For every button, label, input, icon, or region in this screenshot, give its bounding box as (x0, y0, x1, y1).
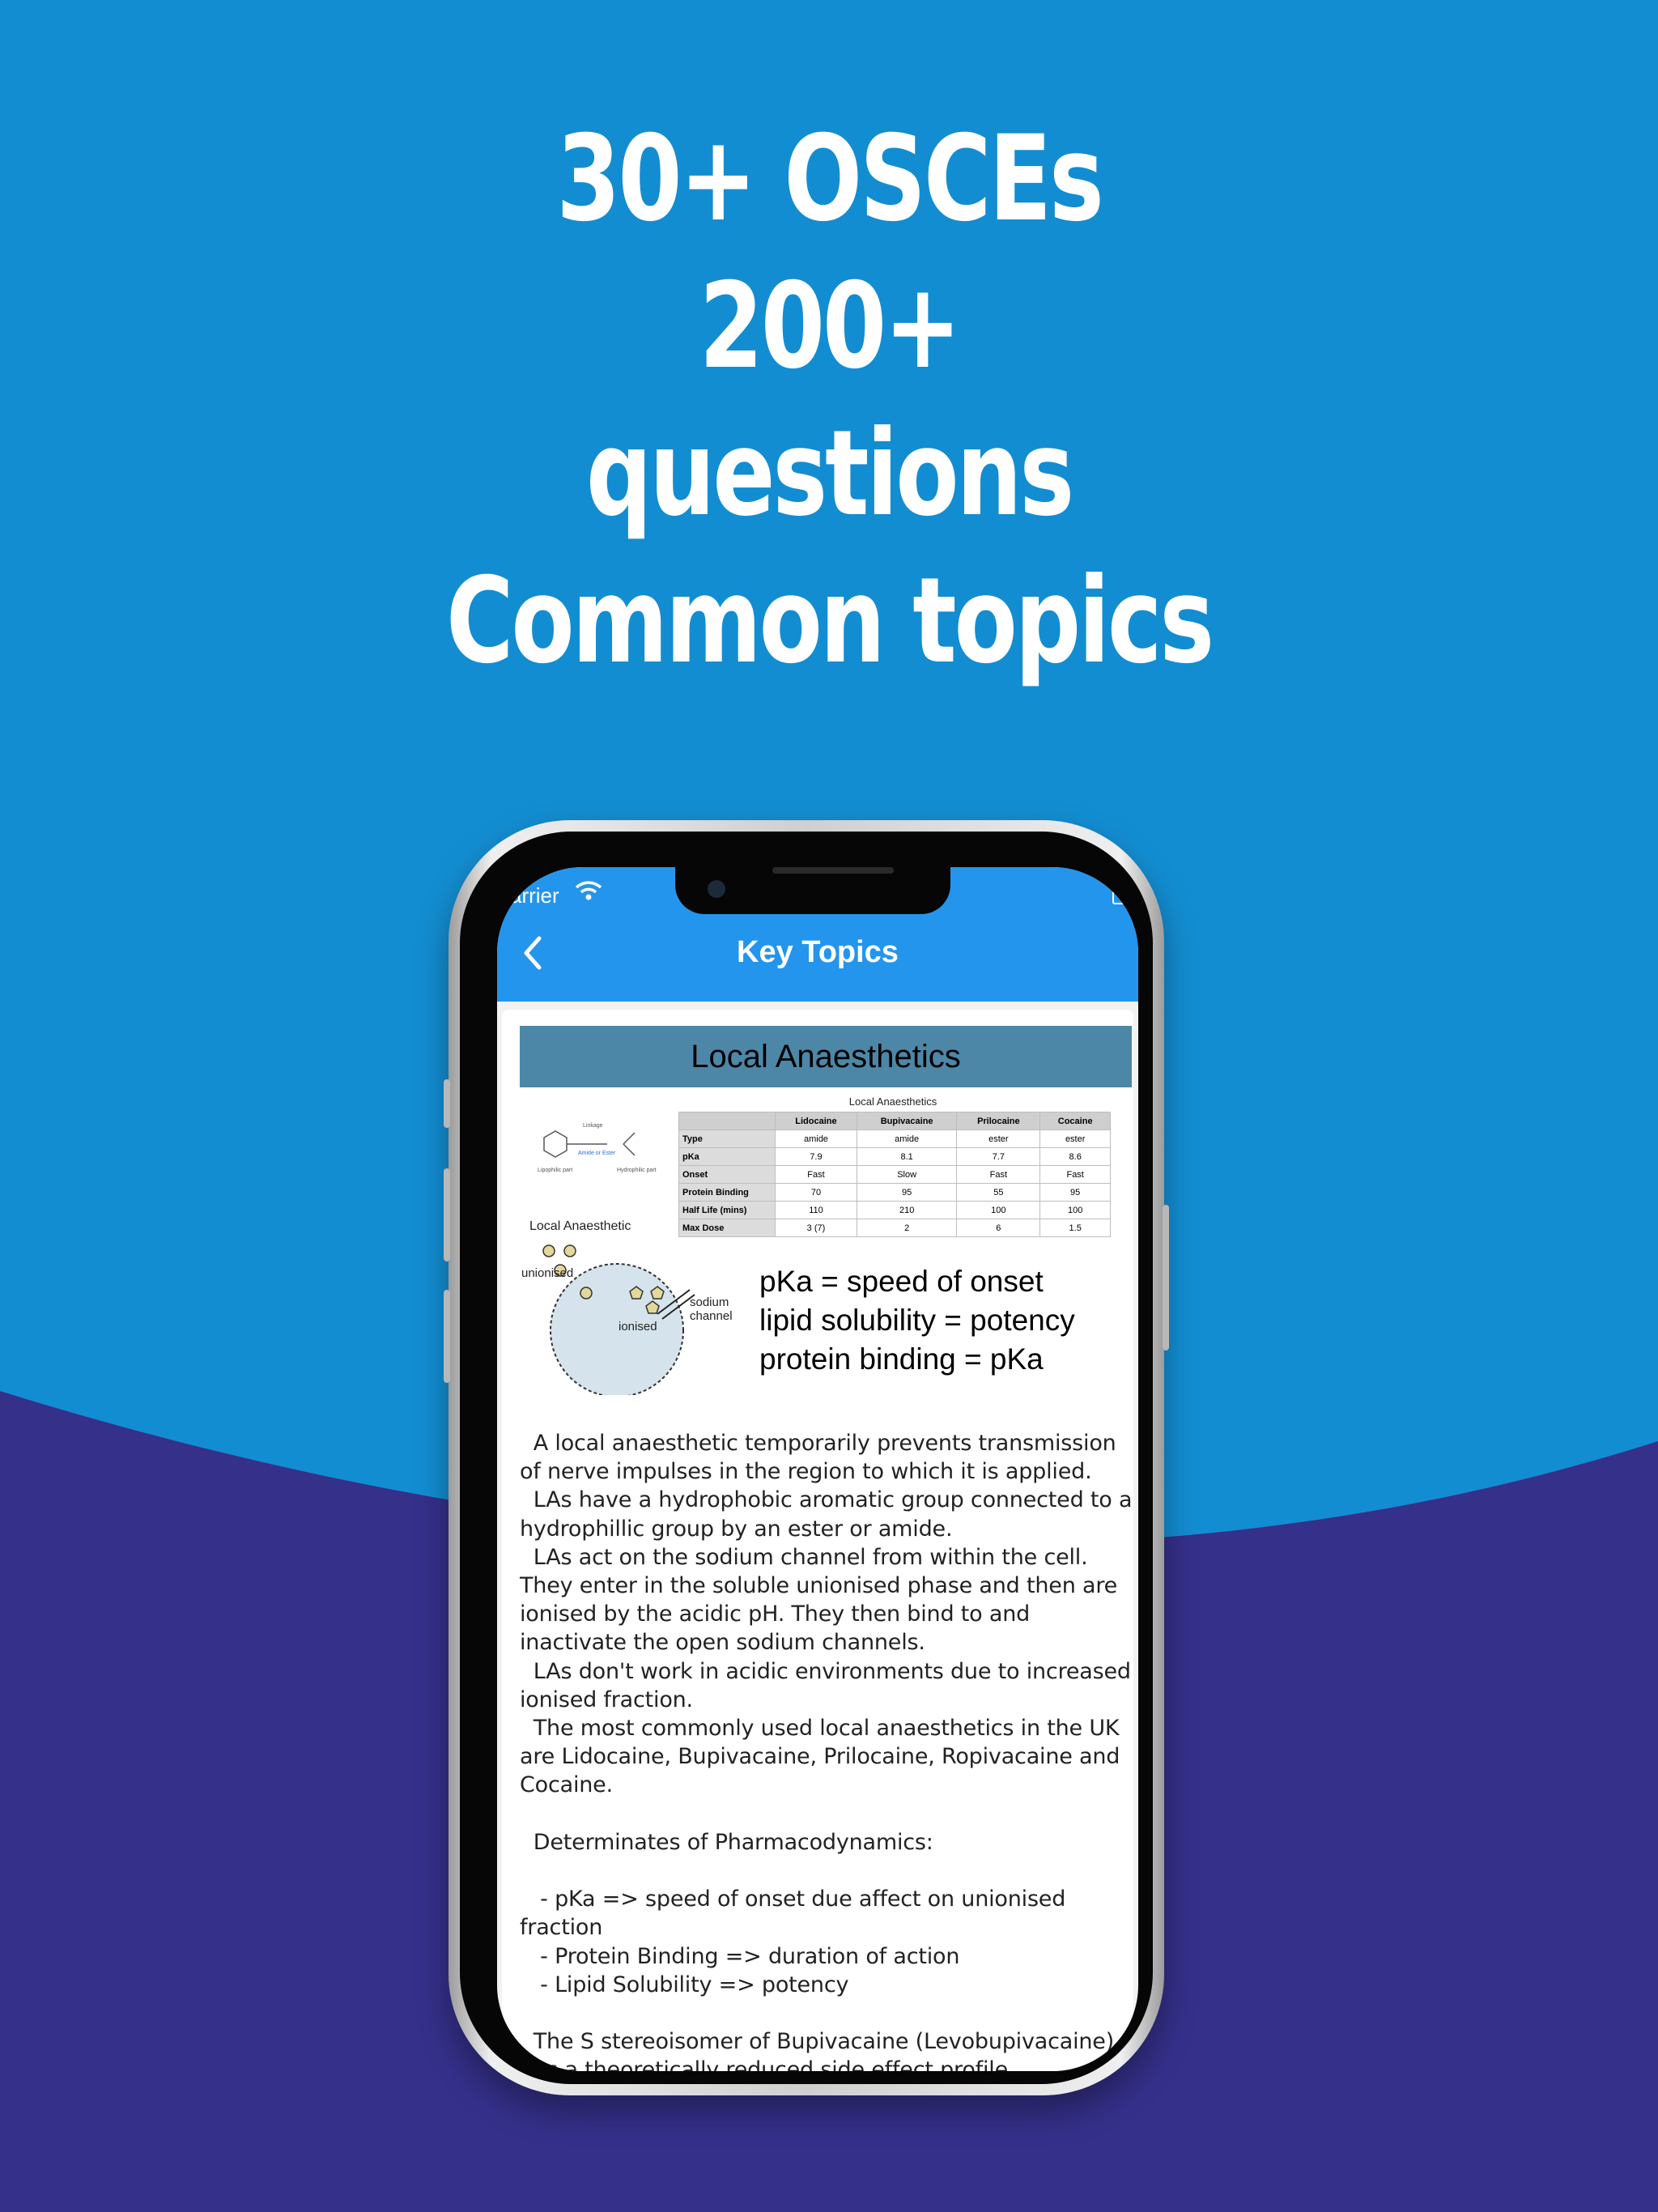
topic-body-text: A local anaesthetic temporarily prevents… (520, 1431, 1133, 2071)
table-header-cell: Bupivacaine (856, 1112, 958, 1130)
table-header-cell (678, 1112, 776, 1130)
table-row-header: Onset (678, 1165, 776, 1184)
silent-switch (444, 1079, 450, 1128)
table-row: Type amide amide ester ester (678, 1129, 1111, 1148)
headline-line-2: 200+ (699, 257, 962, 395)
table-row: Onset Fast Slow Fast Fast (678, 1165, 1111, 1184)
drug-molecule (580, 1287, 593, 1300)
sodium-label: sodium (690, 1295, 729, 1309)
formula-line-2: lipid solubility = potency (759, 1304, 1075, 1337)
table-cell: 8.1 (856, 1147, 958, 1166)
table-cell: 3 (7) (775, 1219, 857, 1237)
nav-title: Key Topics (737, 935, 899, 969)
channel-label: channel (690, 1309, 733, 1323)
volume-down-button (444, 1290, 450, 1383)
local-anaesthetic-label: Local Anaesthetic (529, 1219, 631, 1233)
table-cell: 95 (1039, 1183, 1111, 1202)
amine-bond-down (623, 1143, 636, 1156)
table-header-row: Lidocaine Bupivacaine Prilocaine Cocaine (678, 1112, 1111, 1130)
table-row-header: Type (678, 1129, 776, 1148)
notch (675, 867, 950, 914)
topic-content[interactable]: Local Anaesthetics Local Anaesthetics Li… (502, 1010, 1133, 2071)
table-row: Protein Binding 70 95 55 95 (678, 1183, 1111, 1202)
table-cell: 2 (856, 1219, 958, 1237)
table-cell: 100 (956, 1201, 1041, 1219)
lipophilic-label: Lipophilic part (538, 1168, 572, 1173)
promo-headline: 30+ OSCEs 200+ questions Common topics (182, 105, 1475, 695)
table-cell: 100 (1039, 1201, 1111, 1219)
table-cell: 7.7 (956, 1147, 1041, 1166)
camera (708, 880, 725, 898)
table-cell: 7.9 (775, 1147, 857, 1166)
volume-up-button (444, 1168, 450, 1261)
unionised-label: unionised (521, 1266, 573, 1280)
headline-line-1: 30+ OSCEs (556, 110, 1104, 248)
power-button (1163, 1205, 1169, 1351)
formula-block: pKa = speed of onset lipid solubility = … (759, 1262, 1075, 1379)
phone-mockup: arrier Key Topics Local Anaesthetics Loc… (444, 820, 1169, 2095)
drug-molecule (542, 1244, 555, 1257)
ionised-label: ionised (619, 1320, 657, 1334)
table-cell: Slow (856, 1165, 958, 1184)
table-cell: Fast (956, 1165, 1041, 1184)
table-cell: 110 (775, 1201, 857, 1219)
table-cell: 55 (956, 1183, 1041, 1202)
table-caption: Local Anaesthetics (848, 1095, 937, 1108)
app-screen: arrier Key Topics Local Anaesthetics Loc… (497, 867, 1138, 2071)
navigation-bar: arrier Key Topics (497, 867, 1138, 1002)
table-cell: Fast (1039, 1165, 1111, 1184)
table-cell: ester (1039, 1129, 1111, 1148)
chemical-structure-diagram: Linkage Amide or Ester Lipophilic part H… (538, 1123, 657, 1173)
table-header-cell: Lidocaine (775, 1112, 857, 1130)
table-cell: 95 (856, 1183, 958, 1202)
sodium-channel-diagram: Local Anaesthetic unionised ionised sodi… (521, 1219, 733, 1395)
table-cell: amide (775, 1129, 857, 1148)
drug-molecule (563, 1244, 576, 1257)
amine-bond-up (623, 1132, 636, 1145)
table-row: pKa 7.9 8.1 7.7 8.6 (678, 1147, 1111, 1166)
benzene-ring (543, 1130, 568, 1158)
slide-title: Local Anaesthetics (520, 1026, 1132, 1087)
table-cell: 70 (775, 1183, 857, 1202)
table-header-cell: Prilocaine (956, 1112, 1041, 1130)
cell-body (550, 1263, 684, 1395)
table-cell: 6 (956, 1219, 1041, 1237)
status-carrier: arrier (510, 883, 559, 908)
formula-line-1: pKa = speed of onset (759, 1265, 1044, 1298)
table-cell: ester (956, 1129, 1041, 1148)
wifi-icon (575, 881, 602, 900)
table-cell: 8.6 (1039, 1147, 1111, 1166)
headline-line-3: questions (585, 405, 1074, 542)
battery-icon (1112, 885, 1127, 904)
speaker (772, 867, 894, 874)
table-row-header: Protein Binding (678, 1183, 776, 1202)
formula-line-3: protein binding = pKa (759, 1342, 1044, 1376)
table-cell: 210 (856, 1201, 958, 1219)
table-cell: 1.5 (1039, 1219, 1111, 1237)
amide-ester-label: Amide or Ester (578, 1151, 616, 1156)
table-cell: Fast (775, 1165, 857, 1184)
headline-line-4: Common topics (445, 552, 1214, 690)
linkage-label: Linkage (583, 1123, 603, 1129)
hydrophilic-label: Hydrophilic part (617, 1168, 657, 1173)
table-header-cell: Cocaine (1039, 1112, 1111, 1130)
phone-bezel: arrier Key Topics Local Anaesthetics Loc… (460, 832, 1153, 2084)
table-cell: amide (856, 1129, 958, 1148)
table-row-header: pKa (678, 1147, 776, 1166)
